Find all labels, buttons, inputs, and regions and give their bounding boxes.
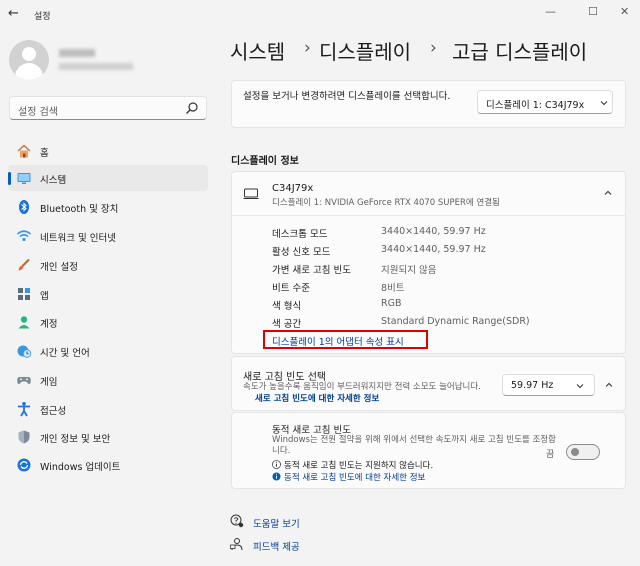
active-indicator xyxy=(8,172,11,185)
info-icon xyxy=(272,460,281,469)
sidebar-item-label: 접근성 xyxy=(40,406,67,417)
dynamic-refresh-title: 동적 새로 고침 빈도 xyxy=(272,425,351,436)
prop-value: RGB xyxy=(381,298,402,309)
time-language-icon xyxy=(17,345,32,358)
user-name-redacted xyxy=(59,49,95,57)
chevron-down-icon xyxy=(600,101,608,106)
prop-value: 8비트 xyxy=(381,283,405,294)
home-icon xyxy=(17,144,31,158)
chevron-up-icon[interactable] xyxy=(603,188,613,198)
accessibility-icon xyxy=(18,402,30,417)
account-icon xyxy=(18,316,30,329)
prop-label: 활성 신호 모드 xyxy=(272,247,331,258)
section-title: 디스플레이 정보 xyxy=(231,156,299,167)
sidebar-item-label: 시간 및 언어 xyxy=(40,348,90,359)
display-dropdown-value: 디스플레이 1: C34J79x xyxy=(486,100,585,111)
prop-value: 지원되지 않음 xyxy=(381,265,437,276)
breadcrumb-separator: › xyxy=(430,38,437,58)
brush-icon xyxy=(18,258,30,271)
sidebar-item-system[interactable]: 시스템 xyxy=(8,165,208,191)
dynamic-refresh-link[interactable]: 동적 새로 고침 빈도에 대한 자세한 정보 xyxy=(284,471,425,483)
title-bar: ← 설정 — ☐ ✕ xyxy=(0,0,640,30)
update-icon xyxy=(17,458,31,472)
prop-label: 데스크톱 모드 xyxy=(272,229,328,240)
toggle-knob xyxy=(571,448,579,456)
sidebar-item-label: 시스템 xyxy=(40,175,67,186)
minimize-button[interactable]: — xyxy=(545,5,556,18)
sidebar-item-home[interactable]: 홈 xyxy=(8,138,208,164)
toggle-state-label: 끔 xyxy=(546,450,555,460)
bluetooth-icon xyxy=(19,200,29,214)
prop-label: 가변 새로 고침 빈도 xyxy=(272,265,351,276)
sidebar-item-label: 계정 xyxy=(40,319,58,330)
prop-value: 3440×1440, 59.97 Hz xyxy=(381,226,486,237)
sidebar-item-label: Windows 업데이트 xyxy=(40,462,121,473)
feedback-link[interactable]: 피드백 제공 xyxy=(253,539,300,553)
search-input[interactable]: 설정 검색 xyxy=(9,96,207,120)
dynamic-refresh-toggle[interactable] xyxy=(566,444,600,460)
sidebar-item-bluetooth[interactable]: Bluetooth 및 장치 xyxy=(8,194,208,220)
sidebar-item-label: 홈 xyxy=(40,148,49,159)
dynamic-refresh-desc: Windows는 전원 절약을 위해 위에서 선택한 속도까지 새로 고침 빈도… xyxy=(272,435,556,456)
sidebar-item-windows-update[interactable]: Windows 업데이트 xyxy=(8,452,208,478)
divider xyxy=(232,215,625,216)
breadcrumb-separator: › xyxy=(304,38,311,58)
sidebar-item-apps[interactable]: 앱 xyxy=(8,281,208,307)
sidebar-item-label: 네트워크 및 인터넷 xyxy=(40,233,116,244)
sidebar-item-label: 개인 정보 및 보안 xyxy=(40,434,111,445)
sidebar-item-accessibility[interactable]: 접근성 xyxy=(8,396,208,422)
app-title: 설정 xyxy=(34,12,51,22)
breadcrumb-item-system[interactable]: 시스템 xyxy=(230,36,285,65)
feedback-icon xyxy=(230,538,243,551)
prop-label: 색 공간 xyxy=(272,319,302,330)
sidebar-item-privacy[interactable]: 개인 정보 및 보안 xyxy=(8,424,208,450)
info-icon xyxy=(272,472,281,481)
back-button[interactable]: ← xyxy=(8,6,19,21)
gaming-icon xyxy=(17,377,31,384)
sidebar-item-label: Bluetooth 및 장치 xyxy=(40,204,119,215)
monitor-icon xyxy=(243,188,259,199)
sidebar-item-network[interactable]: 네트워크 및 인터넷 xyxy=(8,223,208,249)
prop-value: 3440×1440, 59.97 Hz xyxy=(381,244,486,255)
display-dropdown[interactable]: 디스플레이 1: C34J79x xyxy=(477,90,613,114)
chevron-down-icon xyxy=(576,384,584,389)
sidebar-item-label: 개인 설정 xyxy=(40,262,78,273)
user-email-redacted xyxy=(59,63,133,70)
sidebar-item-personalization[interactable]: 개인 설정 xyxy=(8,252,208,278)
apps-icon xyxy=(18,288,30,300)
sidebar-item-label: 앱 xyxy=(40,291,49,302)
page-title: 고급 디스플레이 xyxy=(452,40,588,64)
system-icon xyxy=(17,173,31,184)
close-button[interactable]: ✕ xyxy=(620,5,629,18)
select-display-text: 설정을 보거나 변경하려면 디스플레이를 선택합니다. xyxy=(243,91,451,102)
prop-label: 색 형식 xyxy=(272,301,302,312)
sidebar-item-time-language[interactable]: 시간 및 언어 xyxy=(8,338,208,364)
prop-value: Standard Dynamic Range(SDR) xyxy=(381,316,530,327)
avatar-body xyxy=(15,63,43,80)
dynamic-refresh-note: 동적 새로 고침 빈도는 지원하지 않습니다. xyxy=(284,461,434,471)
sidebar-item-gaming[interactable]: 게임 xyxy=(8,367,208,393)
adapter-properties-link[interactable]: 디스플레이 1의 어댑터 속성 표시 xyxy=(272,334,404,348)
chevron-up-icon[interactable] xyxy=(604,380,614,390)
refresh-rate-link[interactable]: 새로 고침 빈도에 대한 자세한 정보 xyxy=(255,392,379,404)
search-icon xyxy=(186,102,198,114)
refresh-rate-dropdown[interactable]: 59.97 Hz xyxy=(502,374,595,396)
search-placeholder: 설정 검색 xyxy=(18,107,58,118)
maximize-button[interactable]: ☐ xyxy=(588,5,598,18)
network-icon xyxy=(16,230,32,242)
monitor-connection: 디스플레이 1: NVIDIA GeForce RTX 4070 SUPER에 … xyxy=(272,198,500,208)
get-help-link[interactable]: 도움말 보기 xyxy=(253,516,300,530)
sidebar-item-accounts[interactable]: 계정 xyxy=(8,309,208,335)
help-icon xyxy=(230,514,244,528)
avatar[interactable] xyxy=(9,40,49,80)
monitor-name: C34J79x xyxy=(272,183,314,194)
breadcrumb-item-display[interactable]: 디스플레이 xyxy=(319,36,411,65)
refresh-rate-value: 59.97 Hz xyxy=(511,380,554,391)
shield-icon xyxy=(18,430,30,444)
prop-label: 비트 수준 xyxy=(272,283,310,294)
sidebar-item-label: 게임 xyxy=(40,377,58,388)
avatar-head xyxy=(22,47,36,61)
